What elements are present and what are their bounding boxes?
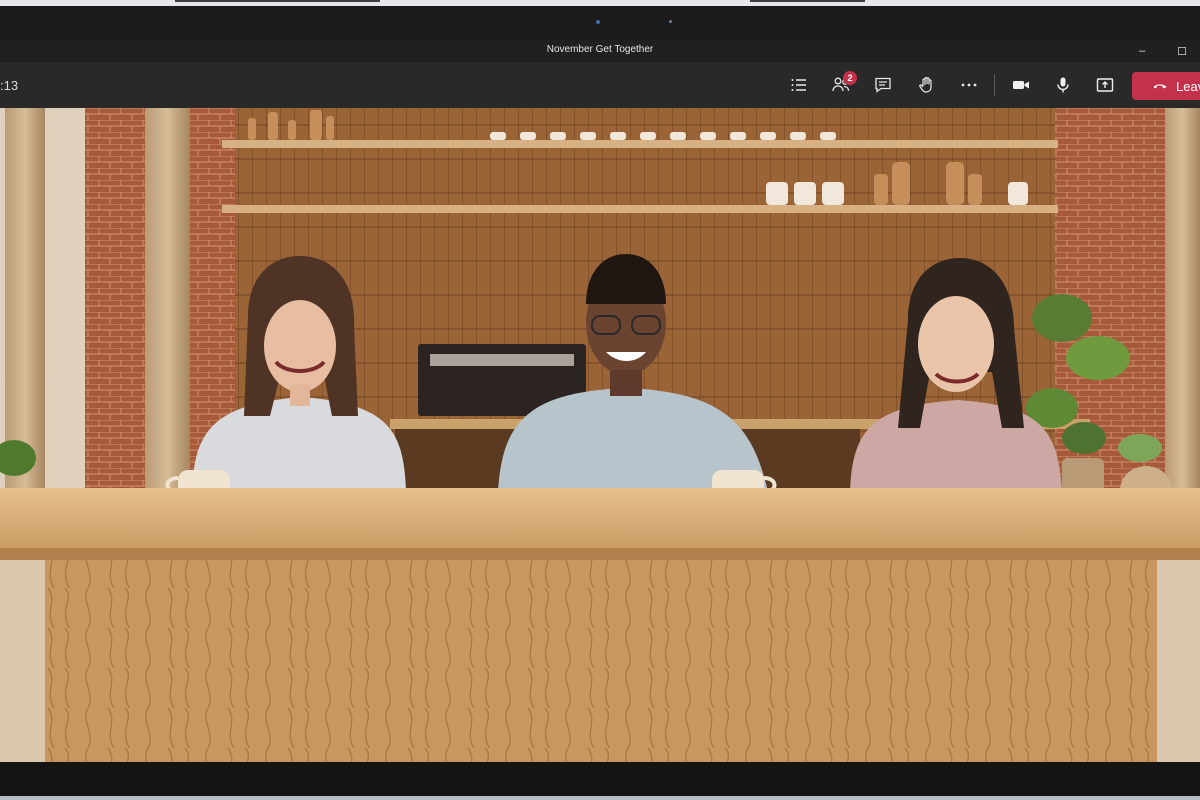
counter-top xyxy=(0,488,1200,554)
video-icon xyxy=(1013,81,1029,89)
camera-sensor xyxy=(669,20,672,23)
device-bottom-bezel xyxy=(0,762,1200,796)
window-title: November Get Together xyxy=(546,44,654,55)
floor-left xyxy=(0,560,45,762)
ellipsis-icon xyxy=(961,83,977,87)
camera-button[interactable] xyxy=(1004,70,1038,100)
floor-right xyxy=(1157,560,1200,762)
share-button[interactable] xyxy=(1088,70,1122,100)
window-titlebar: November Get Together – ☐ xyxy=(0,40,1200,62)
participants-count-badge: 2 xyxy=(843,71,857,85)
together-mode-scene xyxy=(0,108,1200,762)
meeting-toolbar: :13 2 Leave xyxy=(0,62,1200,108)
call-timer: :13 xyxy=(0,78,19,93)
espresso-machine-panel xyxy=(430,354,574,366)
device-edge-segment xyxy=(175,0,380,2)
share-icon xyxy=(1096,78,1114,92)
more-options-button[interactable] xyxy=(952,70,986,100)
shelf-lower xyxy=(222,205,1058,213)
list-icon xyxy=(791,79,806,91)
maximize-button[interactable]: ☐ xyxy=(1162,40,1200,62)
participants-button[interactable]: 2 xyxy=(824,70,858,100)
together-mode-stage xyxy=(0,108,1200,762)
counter-edge xyxy=(0,548,1200,560)
minimize-button[interactable]: – xyxy=(1122,40,1162,62)
meeting-info-button[interactable] xyxy=(782,70,816,100)
microphone-button[interactable] xyxy=(1046,70,1080,100)
phone-hangup-icon xyxy=(1153,84,1167,89)
device-bezel xyxy=(0,6,1200,40)
hand-icon xyxy=(919,76,932,93)
shelf-upper xyxy=(222,140,1058,148)
counter-front-panel xyxy=(45,560,1157,762)
raise-hand-button[interactable] xyxy=(910,70,944,100)
device-bottom-edge xyxy=(0,796,1200,800)
chat-button[interactable] xyxy=(866,70,900,100)
curtain-center-left xyxy=(145,108,190,498)
leave-label: Leave xyxy=(1176,78,1200,94)
device-edge-segment xyxy=(750,0,865,2)
mic-icon xyxy=(1057,77,1069,93)
camera-lens xyxy=(596,20,600,24)
chat-icon xyxy=(875,77,891,93)
leave-button[interactable]: Leave xyxy=(1132,72,1200,100)
toolbar-divider xyxy=(994,74,995,96)
